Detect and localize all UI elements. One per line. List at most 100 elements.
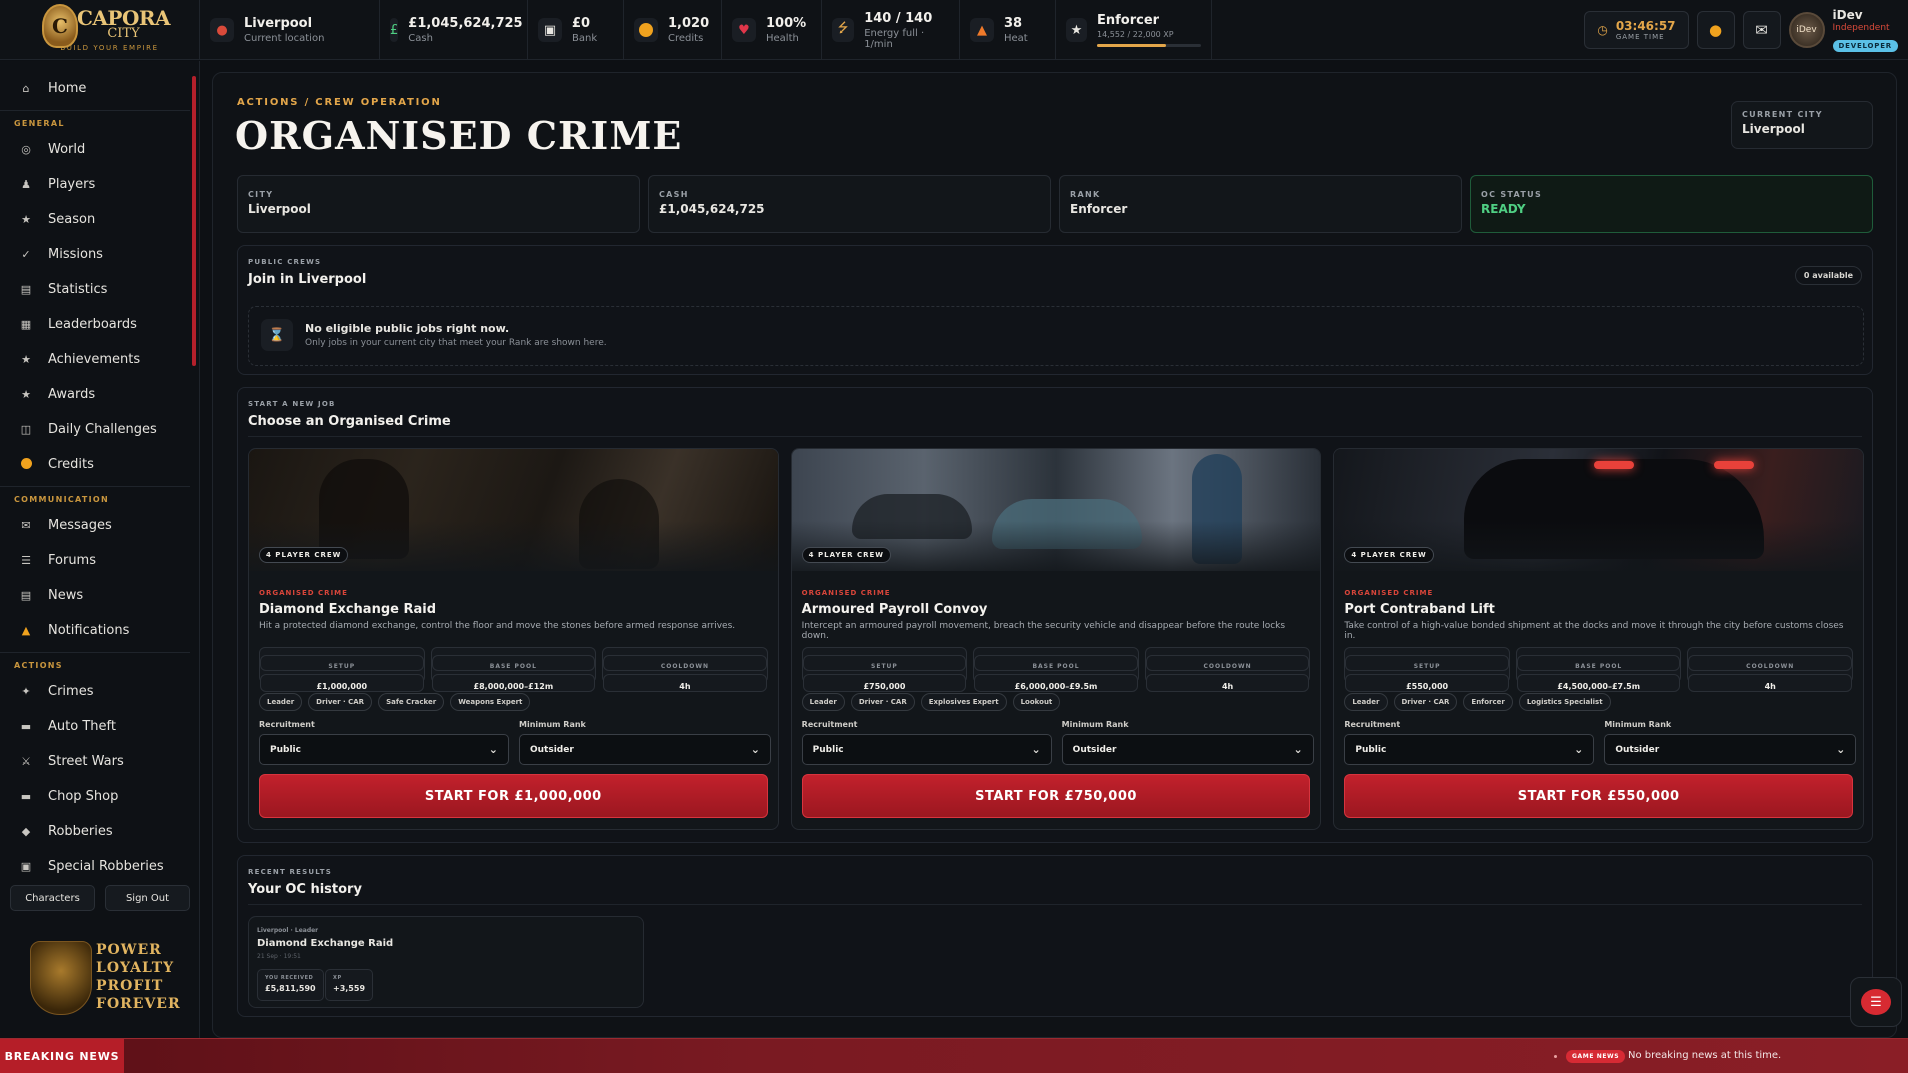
empty-state: ⌛ No eligible public jobs right now. Onl… [248, 306, 1864, 366]
user-info[interactable]: iDev Independent DEVELOPER [1832, 8, 1898, 52]
car-icon: ▬ [20, 720, 32, 733]
chevron-down-icon: ⌄ [1293, 743, 1303, 756]
mail-icon: ✉ [1755, 21, 1768, 39]
hourglass-icon: ⌛ [261, 319, 293, 351]
start-crime-button[interactable]: START FOR £750,000 [801, 774, 1311, 818]
sidebar-item-daily-challenges[interactable]: ◫ Daily Challenges [0, 412, 190, 447]
base-pool: BASE POOL £8,000,000–£12m [430, 647, 597, 692]
user-icon: ♟ [21, 178, 31, 191]
history-entry[interactable]: Liverpool · Leader Diamond Exchange Raid… [248, 916, 644, 1008]
sidebar-item-world[interactable]: ◎ World [0, 132, 190, 167]
calendar-icon: ◫ [20, 423, 32, 436]
sidebar-item-statistics[interactable]: ▤ Statistics [0, 272, 190, 307]
cash-stat[interactable]: £ £1,045,624,725 Cash [380, 0, 528, 60]
recruitment-select[interactable]: Public ⌄ [801, 734, 1052, 765]
health-stat[interactable]: ♥ 100% Health [722, 0, 822, 60]
brand-name: CAPORA [76, 6, 171, 30]
cooldown: COOLDOWN 4h [1144, 647, 1311, 692]
crew-size-badge: 4 PLAYER CREW [259, 547, 349, 563]
sidebar-item-robberies[interactable]: ◆ Robberies [0, 814, 190, 849]
notifications-button[interactable]: ● [1696, 11, 1735, 49]
messages-button[interactable]: ✉ [1742, 11, 1781, 49]
sidebar-item-crimes[interactable]: ✦ Crimes [0, 674, 190, 709]
brand-tagline: BUILD YOUR EMPIRE [60, 44, 159, 52]
sidebar-scrollbar[interactable] [192, 71, 196, 931]
sidebar-section-actions: ACTIONS [0, 652, 190, 674]
location-pin-icon: ● [210, 18, 234, 42]
avatar[interactable]: iDev [1788, 12, 1825, 48]
bolt-icon: ⭍ [832, 18, 855, 42]
sidebar-item-players[interactable]: ♟ Players [0, 167, 190, 202]
location-stat[interactable]: ● Liverpool Current location [200, 0, 380, 60]
oc-status-box: OC STATUS READY [1470, 175, 1873, 233]
sidebar-item-achievements[interactable]: ★ Achievements [0, 342, 190, 377]
available-count-badge: 0 available [1794, 266, 1862, 285]
leaderboard-icon: ▦ [20, 318, 32, 331]
crime-card-diamond-exchange-raid: 4 PLAYER CREW ORGANISED CRIME Diamond Ex… [248, 448, 779, 830]
characters-button[interactable]: Characters [10, 885, 95, 911]
crime-card-armoured-payroll-convoy: 4 PLAYER CREW ORGANISED CRIME Armoured P… [790, 448, 1322, 830]
sidebar-item-chop-shop[interactable]: ▬ Chop Shop [0, 779, 190, 814]
chevron-down-icon: ⌄ [750, 743, 760, 756]
rank-stat[interactable]: ★ Enforcer 14,552 / 22,000 XP [1056, 0, 1212, 60]
cash-stat-box: CASH £1,045,624,725 [648, 175, 1051, 233]
chevron-down-icon: ⌄ [1836, 743, 1846, 756]
heat-stat[interactable]: ▲ 38 Heat [960, 0, 1056, 60]
credits-stat[interactable]: 1,020 Credits [624, 0, 722, 60]
breadcrumb: ACTIONS / CREW OPERATION [237, 97, 442, 108]
crime-name: Port Contraband Lift [1344, 602, 1495, 617]
cooldown: COOLDOWN 4h [602, 647, 768, 692]
sidebar-item-auto-theft[interactable]: ▬ Auto Theft [0, 709, 190, 744]
recruitment-select[interactable]: Public ⌄ [259, 734, 509, 765]
cooldown: COOLDOWN 4h [1687, 647, 1854, 692]
role-tags: Leader Driver · CAR Enforcer Logistics S… [1344, 693, 1611, 711]
crosshair-icon: ✦ [21, 685, 31, 698]
sidebar-item-missions[interactable]: ✓ Missions [0, 237, 190, 272]
sidebar-item-special-robberies[interactable]: ▣ Special Robberies [0, 849, 190, 884]
start-crime-button[interactable]: START FOR £550,000 [1344, 774, 1854, 818]
clock-icon: ◷ [1597, 23, 1608, 37]
chevron-down-icon: ⌄ [1574, 743, 1584, 756]
sign-out-button[interactable]: Sign Out [105, 885, 190, 911]
sidebar-item-forums[interactable]: ☰ Forums [0, 543, 190, 578]
sidebar-item-leaderboards[interactable]: ▦ Leaderboards [0, 307, 190, 342]
bank-stat[interactable]: ▣ £0 Bank [528, 0, 624, 60]
motto-emblem: POWER LOYALTY PROFIT FOREVER [30, 937, 180, 1021]
sidebar-item-credits[interactable]: Credits [0, 447, 190, 482]
sidebar-nav[interactable]: ⌂ Home GENERAL ◎ World ♟ Players ★ Season ✓ M… [0, 71, 190, 931]
mail-icon: ✉ [21, 519, 31, 532]
sidebar-item-messages[interactable]: ✉ Messages [0, 508, 190, 543]
sidebar-item-street-wars[interactable]: ⚔ Street Wars [0, 744, 190, 779]
role-tags: Leader Driver · CAR Safe Cracker Weapons… [259, 693, 531, 711]
sidebar-item-notifications[interactable]: ▲ Notifications [0, 613, 190, 648]
energy-stat[interactable]: ⭍ 140 / 140 Energy full · 1/min [822, 0, 960, 60]
setup-cost: SETUP £750,000 [801, 647, 968, 692]
swords-icon: ⚔ [21, 755, 31, 768]
recruitment-select[interactable]: Public ⌄ [1344, 734, 1595, 765]
coin-icon [20, 457, 32, 472]
summary-stats: CITY Liverpool CASH £1,045,624,725 RANK Enf… [237, 175, 1873, 233]
crime-card-port-contraband-lift: 4 PLAYER CREW ORGANISED CRIME Port Contr… [1333, 448, 1865, 830]
current-city-box: CURRENT CITY Liverpool [1731, 101, 1873, 149]
start-crime-button[interactable]: START FOR £1,000,000 [259, 774, 768, 818]
sidebar-item-awards[interactable]: ★ Awards [0, 377, 190, 412]
minimum-rank-select[interactable]: Outsider ⌄ [1604, 734, 1857, 765]
star-icon: ★ [21, 213, 31, 226]
xp-progress-bar [1097, 44, 1201, 47]
flame-icon: ▲ [970, 18, 994, 42]
crime-name: Armoured Payroll Convoy [801, 602, 988, 617]
main-content: ACTIONS / CREW OPERATION ORGANISED CRIME… [212, 72, 1897, 1038]
sidebar-item-season[interactable]: ★ Season [0, 202, 190, 237]
brand-logo[interactable]: C CAPORA CITY BUILD YOUR EMPIRE [0, 0, 200, 60]
minimum-rank-select[interactable]: Outsider ⌄ [519, 734, 771, 765]
sidebar: ⌂ Home GENERAL ◎ World ♟ Players ★ Season ✓ M… [0, 61, 200, 1038]
chevron-down-icon: ⌄ [488, 743, 498, 756]
news-ticker: BREAKING NEWS GAME NEWS No breaking news… [0, 1038, 1908, 1073]
rank-stat-box: RANK Enforcer [1059, 175, 1462, 233]
sidebar-item-home[interactable]: ⌂ Home [0, 71, 190, 106]
oc-history-panel: RECENT RESULTS Your OC history Liverpool… [237, 855, 1873, 1017]
minimum-rank-select[interactable]: Outsider ⌄ [1061, 734, 1314, 765]
sidebar-item-news[interactable]: ▤ News [0, 578, 190, 613]
chat-button[interactable]: ☰ [1850, 977, 1902, 1027]
bank-icon: ▣ [538, 18, 562, 42]
